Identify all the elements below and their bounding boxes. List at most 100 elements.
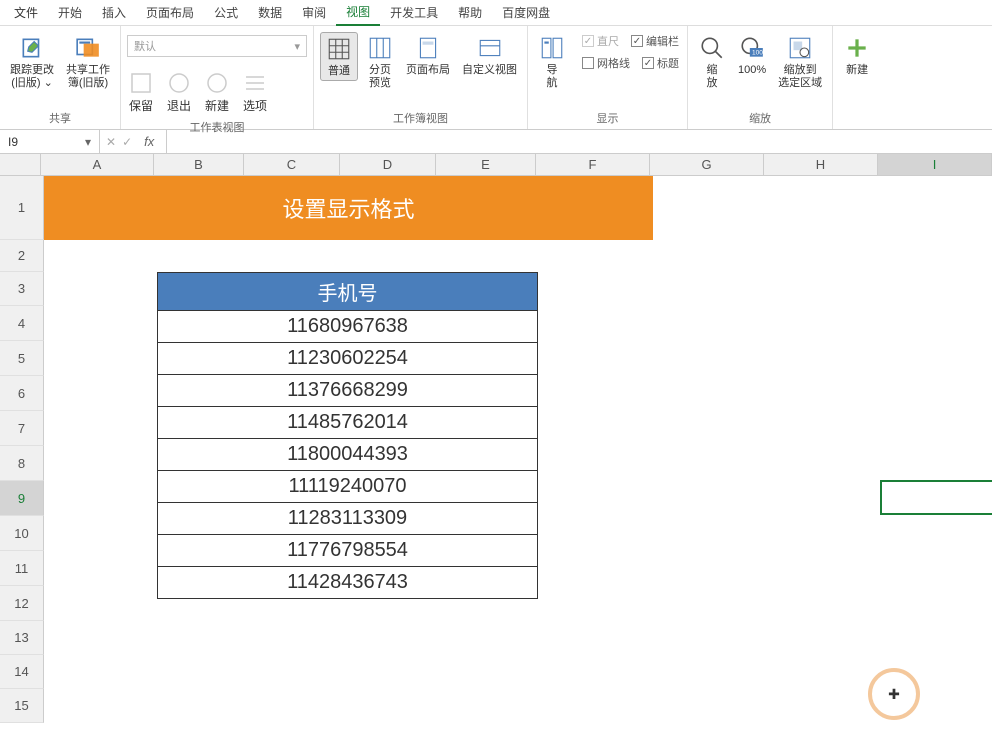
table-row[interactable]: 11230602254 [158, 343, 537, 375]
row-header[interactable]: 11 [0, 551, 44, 586]
fx-icon[interactable]: fx [138, 134, 160, 149]
checkbox-icon [582, 57, 594, 69]
custom-view-button[interactable]: 自定义视图 [458, 32, 521, 79]
gridlines-checkbox[interactable]: 网格线 [580, 54, 632, 72]
row-header[interactable]: 2 [0, 240, 44, 272]
column-header[interactable]: D [340, 154, 436, 175]
column-header[interactable]: I [878, 154, 992, 175]
row-header[interactable]: 14 [0, 655, 44, 689]
table-row[interactable]: 11680967638 [158, 311, 537, 343]
row-header[interactable]: 13 [0, 621, 44, 655]
ribbon-group-label: 共享 [6, 107, 114, 129]
confirm-icon[interactable]: ✓ [122, 135, 132, 149]
headings-checkbox[interactable]: ✓标题 [640, 54, 681, 72]
column-header[interactable]: A [41, 154, 154, 175]
menu-item[interactable]: 审阅 [292, 0, 336, 25]
ribbon-group-label: 显示 [534, 107, 681, 129]
menu-bar: 文件开始插入页面布局公式数据审阅视图开发工具帮助百度网盘 [0, 0, 992, 26]
menu-item[interactable]: 插入 [92, 0, 136, 25]
row-header[interactable]: 9 [0, 481, 44, 516]
zoom-100-button[interactable]: 100 100% [734, 32, 770, 79]
formula-input[interactable] [167, 130, 992, 153]
row-header[interactable]: 1 [0, 176, 44, 240]
menu-item[interactable]: 页面布局 [136, 0, 204, 25]
cursor-highlight: ✚ [868, 668, 920, 720]
cross-cursor-icon: ✚ [888, 686, 900, 703]
exit-button[interactable]: 退出 [165, 69, 193, 116]
grid: ABCDEFGHI 123456789101112131415 设置显示格式 手… [0, 154, 992, 723]
table-row[interactable]: 11428436743 [158, 567, 537, 598]
menu-item[interactable]: 开发工具 [380, 0, 448, 25]
options-button[interactable]: 选项 [241, 69, 269, 116]
ribbon-group-show: 导航 ✓直尺 ✓编辑栏 网格线 ✓标题 显示 [528, 26, 688, 129]
keep-button[interactable]: 保留 [127, 69, 155, 116]
navigation-button[interactable]: 导航 [534, 32, 570, 92]
track-changes-button[interactable]: 跟踪更改(旧版) ⌄ [6, 32, 58, 92]
table-row[interactable]: 11485762014 [158, 407, 537, 439]
ribbon-group-share: 跟踪更改(旧版) ⌄ 共享工作簿(旧版) 共享 [0, 26, 121, 129]
table-row[interactable]: 11776798554 [158, 535, 537, 567]
column-header[interactable]: G [650, 154, 764, 175]
column-header[interactable]: E [436, 154, 536, 175]
title-banner: 设置显示格式 [44, 176, 653, 240]
menu-item[interactable]: 开始 [48, 0, 92, 25]
new-window-icon [843, 34, 871, 62]
row-header[interactable]: 5 [0, 341, 44, 376]
cells-area[interactable]: 设置显示格式 手机号 11680967638112306022541137666… [44, 176, 992, 723]
menu-item[interactable]: 视图 [336, 0, 380, 26]
table-row[interactable]: 11376668299 [158, 375, 537, 407]
ribbon-group-label: 缩放 [694, 107, 826, 129]
page-break-button[interactable]: 分页预览 [362, 32, 398, 92]
cancel-icon[interactable]: ✕ [106, 135, 116, 149]
new-view-button[interactable]: 新建 [203, 69, 231, 116]
row-header[interactable]: 3 [0, 272, 44, 306]
ribbon-group-label: 工作簿视图 [320, 107, 521, 129]
zoom-selection-icon [786, 34, 814, 62]
ruler-checkbox: ✓直尺 [580, 32, 621, 50]
row-header[interactable]: 8 [0, 446, 44, 481]
new-window-button[interactable]: 新建 [839, 32, 875, 79]
menu-item[interactable]: 数据 [248, 0, 292, 25]
formula-bar-checkbox[interactable]: ✓编辑栏 [629, 32, 681, 50]
table-row[interactable]: 11800044393 [158, 439, 537, 471]
menu-item[interactable]: 百度网盘 [492, 0, 560, 25]
column-header[interactable]: C [244, 154, 340, 175]
page-break-icon [366, 34, 394, 62]
zoom-button[interactable]: 缩放 [694, 32, 730, 92]
row-header[interactable]: 4 [0, 306, 44, 341]
page-layout-button[interactable]: 页面布局 [402, 32, 454, 79]
share-workbook-button[interactable]: 共享工作簿(旧版) [62, 32, 114, 92]
table-row[interactable]: 11119240070 [158, 471, 537, 503]
normal-view-icon [325, 35, 353, 63]
row-headers: 123456789101112131415 [0, 176, 44, 723]
ribbon-group-window: 新建 [833, 26, 881, 129]
column-header[interactable]: F [536, 154, 650, 175]
table-header: 手机号 [158, 273, 537, 311]
custom-view-icon [476, 34, 504, 62]
navigation-icon [538, 34, 566, 62]
table-row[interactable]: 11283113309 [158, 503, 537, 535]
select-all-corner[interactable] [0, 154, 41, 175]
column-header[interactable]: B [154, 154, 244, 175]
menu-item[interactable]: 文件 [4, 0, 48, 25]
data-table: 手机号 116809676381123060225411376668299114… [157, 272, 538, 599]
page-layout-icon [414, 34, 442, 62]
row-header[interactable]: 7 [0, 411, 44, 446]
zoom-selection-button[interactable]: 缩放到选定区域 [774, 32, 826, 92]
normal-view-button[interactable]: 普通 [320, 32, 358, 81]
active-cell [880, 480, 992, 515]
menu-item[interactable]: 公式 [204, 0, 248, 25]
view-dropdown[interactable]: 默认 ▾ [127, 35, 307, 57]
zoom-icon [698, 34, 726, 62]
row-header[interactable]: 12 [0, 586, 44, 621]
checkbox-icon: ✓ [642, 57, 654, 69]
row-header[interactable]: 10 [0, 516, 44, 551]
checkbox-icon: ✓ [582, 35, 594, 47]
row-header[interactable]: 6 [0, 376, 44, 411]
row-header[interactable]: 15 [0, 689, 44, 723]
name-box[interactable]: I9 ▾ [0, 130, 100, 153]
track-changes-icon [18, 34, 46, 62]
menu-item[interactable]: 帮助 [448, 0, 492, 25]
column-header[interactable]: H [764, 154, 878, 175]
chevron-down-icon: ▾ [294, 40, 300, 53]
